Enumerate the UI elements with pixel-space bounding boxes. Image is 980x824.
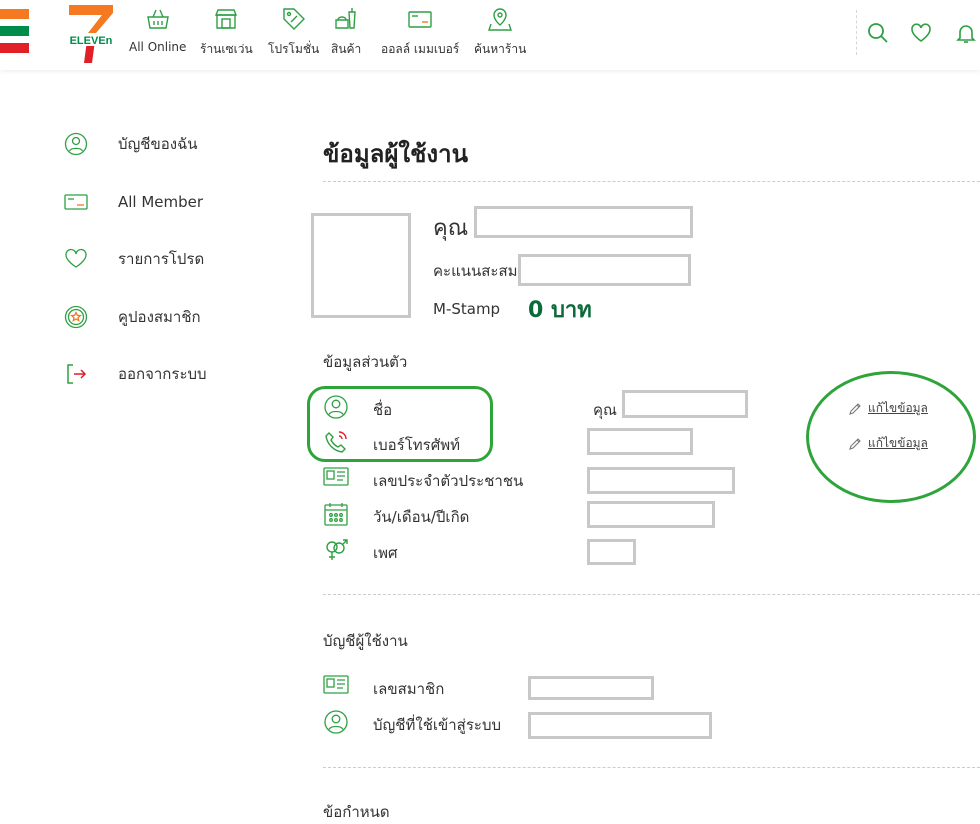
top-header: ELEVEn All Online ร้านเซเว่น โปรโมชั่น ส… [0, 0, 980, 70]
profile-name-prefix: คุณ [433, 216, 469, 241]
nav-label: ค้นหาร้าน [474, 42, 527, 56]
menu-icon[interactable] [0, 9, 29, 55]
sidebar-item-logout[interactable]: ออกจากระบบ [63, 361, 207, 387]
header-divider [856, 10, 858, 55]
seven-eleven-logo[interactable]: ELEVEn [66, 3, 116, 65]
calendar-icon [324, 503, 348, 526]
mstamp-value: 0 บาท [528, 298, 592, 323]
personal-info-title: ข้อมูลส่วนตัว [323, 353, 408, 371]
nav-all-online[interactable]: All Online [129, 6, 186, 54]
id-card-icon [323, 675, 349, 694]
id-card-icon [323, 467, 349, 486]
section-divider [323, 594, 980, 595]
redacted-gender-value [587, 539, 636, 565]
redacted-login-account [528, 712, 712, 739]
birthday-label: วัน/เดือน/ปีเกิด [373, 508, 470, 526]
nav-products[interactable]: สินค้า [331, 6, 361, 59]
gender-icon [326, 539, 348, 560]
bell-icon[interactable] [955, 22, 977, 44]
heart-icon[interactable] [910, 22, 932, 44]
gender-label: เพศ [373, 544, 398, 562]
redacted-member-number [528, 676, 654, 700]
nav-label: ออลล์ เมมเบอร์ [381, 42, 460, 56]
sidebar-item-label: ออกจากระบบ [118, 365, 207, 383]
sidebar-item-label: รายการโปรด [118, 250, 205, 268]
member-number-label: เลขสมาชิก [373, 680, 445, 698]
login-account-label: บัญชีที่ใช้เข้าสู่ระบบ [373, 716, 501, 734]
account-info-title: บัญชีผู้ใช้งาน [323, 632, 408, 650]
points-label: คะแนนสะสม [433, 262, 518, 280]
redacted-name-value [622, 390, 748, 418]
product-icon [335, 8, 356, 29]
section-divider [323, 181, 980, 182]
redacted-name [474, 206, 693, 238]
coupon-star-icon [64, 305, 88, 329]
avatar [311, 213, 411, 318]
logo-text: ELEVEn [70, 35, 113, 47]
id-number-label: เลขประจำตัวประชาชน [373, 472, 524, 490]
nav-label: ร้านเซเว่น [200, 42, 253, 56]
highlight-annotation [307, 386, 493, 462]
nav-label: สินค้า [331, 42, 362, 56]
sidebar-item-my-account[interactable]: บัญชีของฉัน [63, 131, 198, 157]
sidebar-item-coupons[interactable]: คูปองสมาชิก [63, 304, 201, 330]
redacted-birthday-value [587, 501, 715, 528]
promo-tag-icon [282, 8, 305, 30]
sidebar-item-favorites[interactable]: รายการโปรด [63, 246, 204, 272]
search-icon[interactable] [867, 22, 889, 44]
sidebar-item-label: บัญชีของฉัน [118, 135, 198, 153]
section-divider [323, 767, 980, 768]
basket-icon [146, 9, 169, 29]
sidebar-item-label: All Member [118, 193, 204, 211]
redacted-id-value [587, 467, 735, 494]
nav-promotion[interactable]: โปรโมชั่น [268, 6, 319, 59]
map-pin-icon [488, 8, 513, 31]
page-title: ข้อมูลผู้ใช้งาน [323, 140, 469, 168]
member-card-icon [64, 194, 88, 210]
logout-icon [67, 364, 87, 384]
store-icon [215, 9, 238, 29]
sidebar-item-all-member[interactable]: All Member [63, 189, 203, 215]
redacted-phone-value [587, 428, 693, 455]
nav-store[interactable]: ร้านเซเว่น [200, 6, 253, 59]
nav-all-member[interactable]: ออลล์ เมมเบอร์ [381, 6, 459, 59]
redacted-points [518, 254, 691, 286]
nav-label: โปรโมชั่น [268, 42, 320, 56]
heart-icon [65, 248, 87, 268]
user-icon [324, 710, 348, 734]
mstamp-label: M-Stamp [433, 300, 501, 318]
nav-label: All Online [129, 40, 187, 54]
terms-title: ข้อกำหนด [323, 803, 390, 821]
user-icon [64, 132, 88, 156]
sidebar-item-label: คูปองสมาชิก [118, 308, 201, 326]
member-card-icon [408, 11, 432, 28]
nav-find-store[interactable]: ค้นหาร้าน [474, 6, 526, 59]
highlight-annotation [806, 371, 976, 503]
name-value-prefix: คุณ [593, 401, 617, 419]
